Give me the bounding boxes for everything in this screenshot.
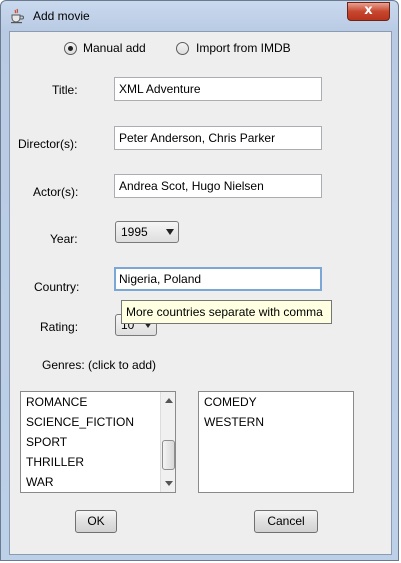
country-tooltip: More countries separate with comma — [121, 300, 332, 324]
scroll-up-arrow-icon[interactable] — [165, 398, 173, 403]
manual-add-label[interactable]: Manual add — [83, 41, 146, 55]
import-imdb-label[interactable]: Import from IMDB — [196, 41, 291, 55]
country-label: Country: — [34, 280, 80, 294]
selected-genres-list[interactable]: COMEDY WESTERN — [198, 391, 354, 493]
selected-genres-items: COMEDY WESTERN — [199, 392, 353, 432]
director-label: Director(s): — [18, 137, 78, 151]
year-value: 1995 — [121, 225, 148, 239]
title-bar[interactable]: Add movie x — [1, 1, 400, 31]
rating-label: Rating: — [40, 320, 79, 334]
title-field[interactable] — [114, 77, 322, 101]
actors-field[interactable] — [114, 174, 322, 198]
import-imdb-radio[interactable] — [176, 42, 189, 55]
available-genres-items: ROMANCE SCIENCE_FICTION SPORT THRILLER WAR — [21, 392, 175, 492]
selected-genre-item[interactable]: COMEDY — [199, 392, 353, 412]
country-field[interactable] — [114, 267, 322, 291]
available-genre-item[interactable]: SPORT — [21, 432, 175, 452]
manual-add-radio[interactable] — [64, 42, 77, 55]
available-genre-item[interactable]: THRILLER — [21, 452, 175, 472]
director-field[interactable] — [114, 126, 322, 150]
ok-button[interactable]: OK — [75, 510, 117, 533]
cancel-button[interactable]: Cancel — [254, 510, 318, 533]
chevron-down-icon — [166, 229, 174, 235]
window-title: Add movie — [33, 9, 90, 23]
available-genre-item[interactable]: WAR — [21, 472, 175, 492]
java-cup-icon — [11, 8, 24, 24]
scrollbar-thumb[interactable] — [162, 440, 175, 471]
available-genres-scrollbar[interactable] — [160, 392, 175, 492]
title-label: Title: — [52, 83, 78, 97]
available-genre-item[interactable]: SCIENCE_FICTION — [21, 412, 175, 432]
year-select[interactable]: 1995 — [115, 221, 179, 243]
actors-label: Actor(s): — [33, 185, 79, 199]
available-genre-item[interactable]: ROMANCE — [21, 392, 175, 412]
close-button[interactable]: x — [347, 2, 390, 21]
selected-genre-item[interactable]: WESTERN — [199, 412, 353, 432]
genres-label: Genres: (click to add) — [42, 358, 157, 372]
scroll-down-arrow-icon[interactable] — [165, 481, 173, 486]
year-label: Year: — [50, 232, 78, 246]
dialog-content: Manual add Import from IMDB Title: Direc… — [9, 31, 392, 555]
add-movie-dialog: Add movie x Manual add Import from IMDB … — [0, 0, 399, 561]
available-genres-list[interactable]: ROMANCE SCIENCE_FICTION SPORT THRILLER WAR — [20, 391, 176, 493]
close-icon: x — [364, 3, 373, 18]
